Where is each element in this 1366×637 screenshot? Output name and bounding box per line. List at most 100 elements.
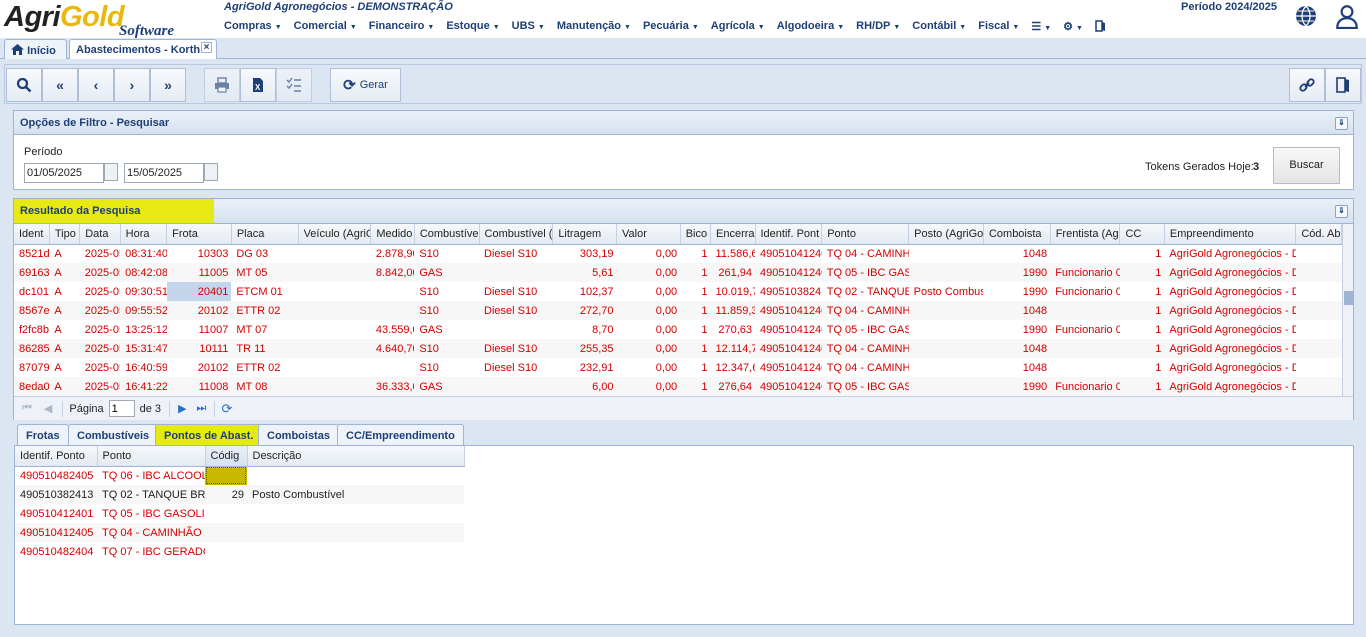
column-header[interactable]: Ponto (97, 446, 206, 467)
app-logo[interactable]: AgriGold Software (4, 2, 216, 39)
generate-button[interactable]: ⟳ Gerar (330, 68, 401, 102)
menu-fiscal[interactable]: Fiscal ▼ (978, 20, 1019, 34)
table-row[interactable]: dc101e A 2025-05- 09:30:5120401 ETCM 01 S10 Di… (14, 282, 1342, 301)
table-row[interactable]: 8521d9 A 2025-05- 08:31:40 10303 DG 03 2.878,9… (14, 244, 1342, 263)
exit-button[interactable] (1325, 68, 1361, 102)
menu-algodoeira[interactable]: Algodoeira ▼ (777, 20, 844, 34)
settings-menu-icon[interactable]: ⚙ ▼ (1063, 20, 1083, 34)
column-header[interactable]: Códig (205, 446, 248, 467)
list-item[interactable]: 490510482404 TQ 07 - IBC GERADOR (15, 542, 464, 561)
column-header[interactable]: Frota (166, 224, 232, 245)
menu-ubs[interactable]: UBS ▼ (512, 20, 545, 34)
column-header[interactable]: Veículo (AgriG (298, 224, 372, 245)
column-header[interactable]: Combustível ( (479, 224, 554, 245)
column-header[interactable]: Combustível (414, 224, 480, 245)
table-cell[interactable] (205, 504, 247, 523)
menu-financeiro[interactable]: Financeiro ▼ (369, 20, 435, 34)
next-page-icon[interactable]: ▶ (178, 402, 186, 415)
column-header[interactable]: Identif. Pont (755, 224, 823, 245)
last-page-icon[interactable]: ⏭ (197, 402, 207, 415)
tab-frotas[interactable]: Frotas (17, 424, 69, 445)
list-item[interactable]: 490510482405 TQ 06 - IBC ALCOOL (15, 466, 464, 485)
column-header[interactable]: Comboista (983, 224, 1051, 245)
column-header[interactable]: Posto (AgriGol (908, 224, 984, 245)
column-header[interactable]: Identif. Ponto (15, 446, 98, 467)
date-from-input[interactable] (24, 163, 104, 183)
menu-comercial[interactable]: Comercial ▼ (294, 20, 357, 34)
table-cell: 10.019,7 (715, 285, 755, 298)
tab-combustiveis[interactable]: Combustíveis (68, 424, 159, 445)
refresh-icon[interactable]: ⟳ (221, 401, 232, 417)
search-button[interactable] (6, 68, 42, 102)
column-header[interactable]: Valor (616, 224, 681, 245)
column-header[interactable]: Empreendimento (1164, 224, 1297, 245)
menu-contabil[interactable]: Contábil ▼ (912, 20, 966, 34)
export-excel-button[interactable]: X (240, 68, 276, 102)
scrollbar-thumb[interactable] (1344, 291, 1353, 305)
search-submit-button[interactable]: Buscar (1273, 147, 1340, 184)
menu-compras[interactable]: Compras ▼ (224, 20, 282, 34)
first-page-icon[interactable]: ⏮ (22, 402, 32, 415)
table-row[interactable]: 691630A2025-05-08:42:0811005MT 05 8.842,0… (14, 263, 1342, 282)
menu-label: Comercial (293, 20, 347, 32)
collapse-icon[interactable]: ⇓ (1335, 117, 1348, 130)
date-to-input[interactable] (124, 163, 204, 183)
collapse-icon[interactable]: ⇓ (1335, 205, 1348, 218)
tab-cc-empreendimento[interactable]: CC/Empreendimento (337, 424, 464, 445)
tab-inicio[interactable]: Início (4, 39, 67, 59)
table-cell: 49051041240 (755, 339, 822, 358)
calendar-icon[interactable] (104, 163, 118, 181)
list-item[interactable]: 490510412401 TQ 05 - IBC GASOLINA (15, 504, 464, 523)
menu-estoque[interactable]: Estoque ▼ (446, 20, 499, 34)
globe-icon[interactable] (1294, 4, 1318, 28)
table-cell[interactable]: 29 (205, 485, 247, 504)
page-number-input[interactable] (108, 400, 135, 417)
table-row[interactable]: 862858A2025-05-15:31:4710111TR 11 4.640,7… (14, 339, 1342, 358)
last-record-button[interactable]: » (150, 68, 186, 102)
column-header[interactable]: Tipo (49, 224, 81, 245)
column-header[interactable]: CC (1119, 224, 1165, 245)
column-header[interactable]: Ident (14, 224, 50, 245)
column-header[interactable]: Litragem (552, 224, 617, 245)
column-header[interactable]: Medido (370, 224, 415, 245)
previous-page-icon[interactable]: ◀ (44, 402, 52, 415)
column-header[interactable]: Ponto (821, 224, 910, 245)
first-record-button[interactable]: « (42, 68, 78, 102)
calendar-icon[interactable] (204, 163, 218, 181)
table-row[interactable]: 8567eaA2025-05-09:55:5220102ETTR 02 S10Di… (14, 301, 1342, 320)
table-row[interactable]: 870797 A 2025-05- 16:40:59 20102 ETTR 02 S10 Di… (14, 358, 1342, 377)
link-button[interactable] (1289, 68, 1325, 102)
results-scrollbar[interactable] (1342, 224, 1353, 396)
user-icon[interactable] (1334, 3, 1358, 29)
column-header[interactable]: Descrição (247, 446, 465, 467)
column-header[interactable]: Bico (680, 224, 712, 245)
column-header[interactable]: Frentista (Agri (1050, 224, 1121, 245)
checklist-button[interactable] (276, 68, 312, 102)
tab-comboistas[interactable]: Comboistas (258, 424, 339, 445)
tab-pontos-abast[interactable]: Pontos de Abast. (155, 424, 263, 445)
menu-manutencao[interactable]: Manutenção ▼ (557, 20, 631, 34)
column-header[interactable]: Data (79, 224, 121, 245)
table-cell[interactable] (205, 523, 247, 542)
list-item[interactable]: 490510382413TQ 02 - TANQUE BRAN29Posto C… (15, 485, 464, 504)
hamburger-menu-icon[interactable]: ☰ ▼ (1031, 20, 1051, 34)
table-cell[interactable] (205, 466, 247, 485)
tab-abastecimentos[interactable]: Abastecimentos - Korth × (69, 39, 217, 59)
list-item[interactable]: 490510412405TQ 04 - CAMINHÃO ME (15, 523, 464, 542)
table-cell[interactable] (205, 542, 247, 561)
column-header[interactable]: Encerra (710, 224, 756, 245)
table-cell: 11008 (166, 377, 232, 396)
menu-rhdp[interactable]: RH/DP ▼ (856, 20, 900, 34)
logout-icon[interactable] (1095, 20, 1107, 34)
table-row[interactable]: 8eda01A2025-05-16:41:2211008MT 08 36.333,… (14, 377, 1342, 396)
column-header[interactable]: Placa (231, 224, 299, 245)
column-header[interactable]: Hora (120, 224, 168, 245)
next-record-button[interactable]: › (114, 68, 150, 102)
print-button[interactable] (204, 68, 240, 102)
previous-record-button[interactable]: ‹ (78, 68, 114, 102)
menu-agricola[interactable]: Agrícola ▼ (711, 20, 765, 34)
column-header[interactable]: Cód. Ab (1295, 224, 1342, 245)
menu-pecuaria[interactable]: Pecuária ▼ (643, 20, 699, 34)
close-tab-icon[interactable]: × (201, 42, 212, 53)
table-row[interactable]: f2fc8b A 2025-05- 13:25:12 11007 MT 07 43.559,… (14, 320, 1342, 339)
